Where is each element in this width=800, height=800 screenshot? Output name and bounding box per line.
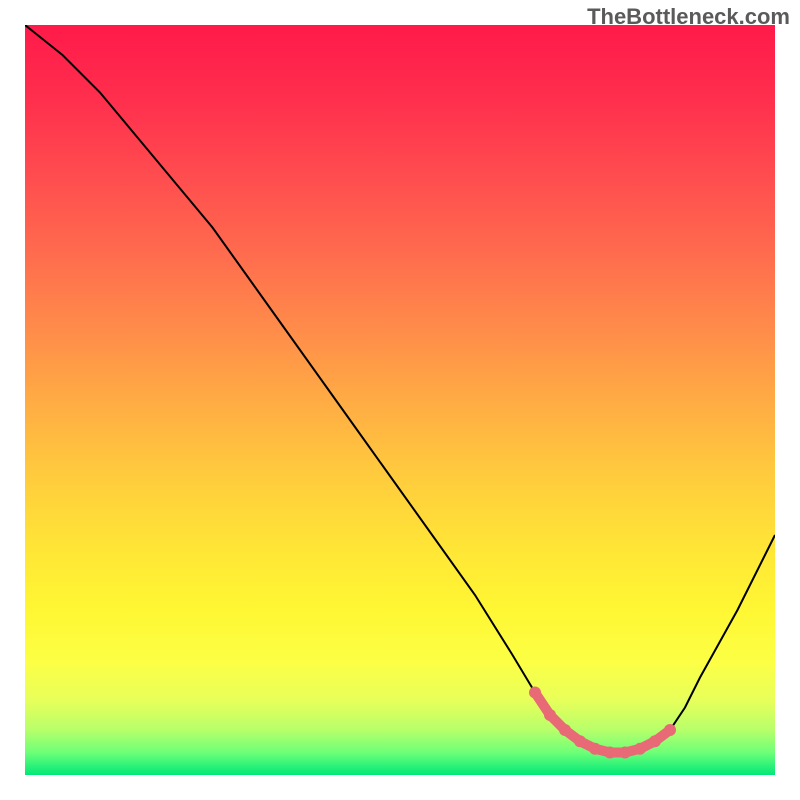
bottleneck-curve bbox=[25, 25, 775, 756]
chart-lines bbox=[25, 25, 775, 775]
highlight-dots bbox=[529, 687, 676, 759]
highlight-dot bbox=[589, 743, 601, 755]
highlight-dot bbox=[634, 743, 646, 755]
highlight-dot bbox=[529, 687, 541, 699]
watermark-text: TheBottleneck.com bbox=[587, 4, 790, 30]
highlight-dot bbox=[559, 724, 571, 736]
highlight-dot bbox=[664, 724, 676, 736]
highlight-dot bbox=[544, 709, 556, 721]
highlight-dot bbox=[649, 735, 661, 747]
chart-container: TheBottleneck.com bbox=[0, 0, 800, 800]
highlight-dot bbox=[604, 747, 616, 759]
plot-area bbox=[25, 25, 775, 775]
highlight-dot bbox=[619, 747, 631, 759]
highlight-dot bbox=[574, 735, 586, 747]
